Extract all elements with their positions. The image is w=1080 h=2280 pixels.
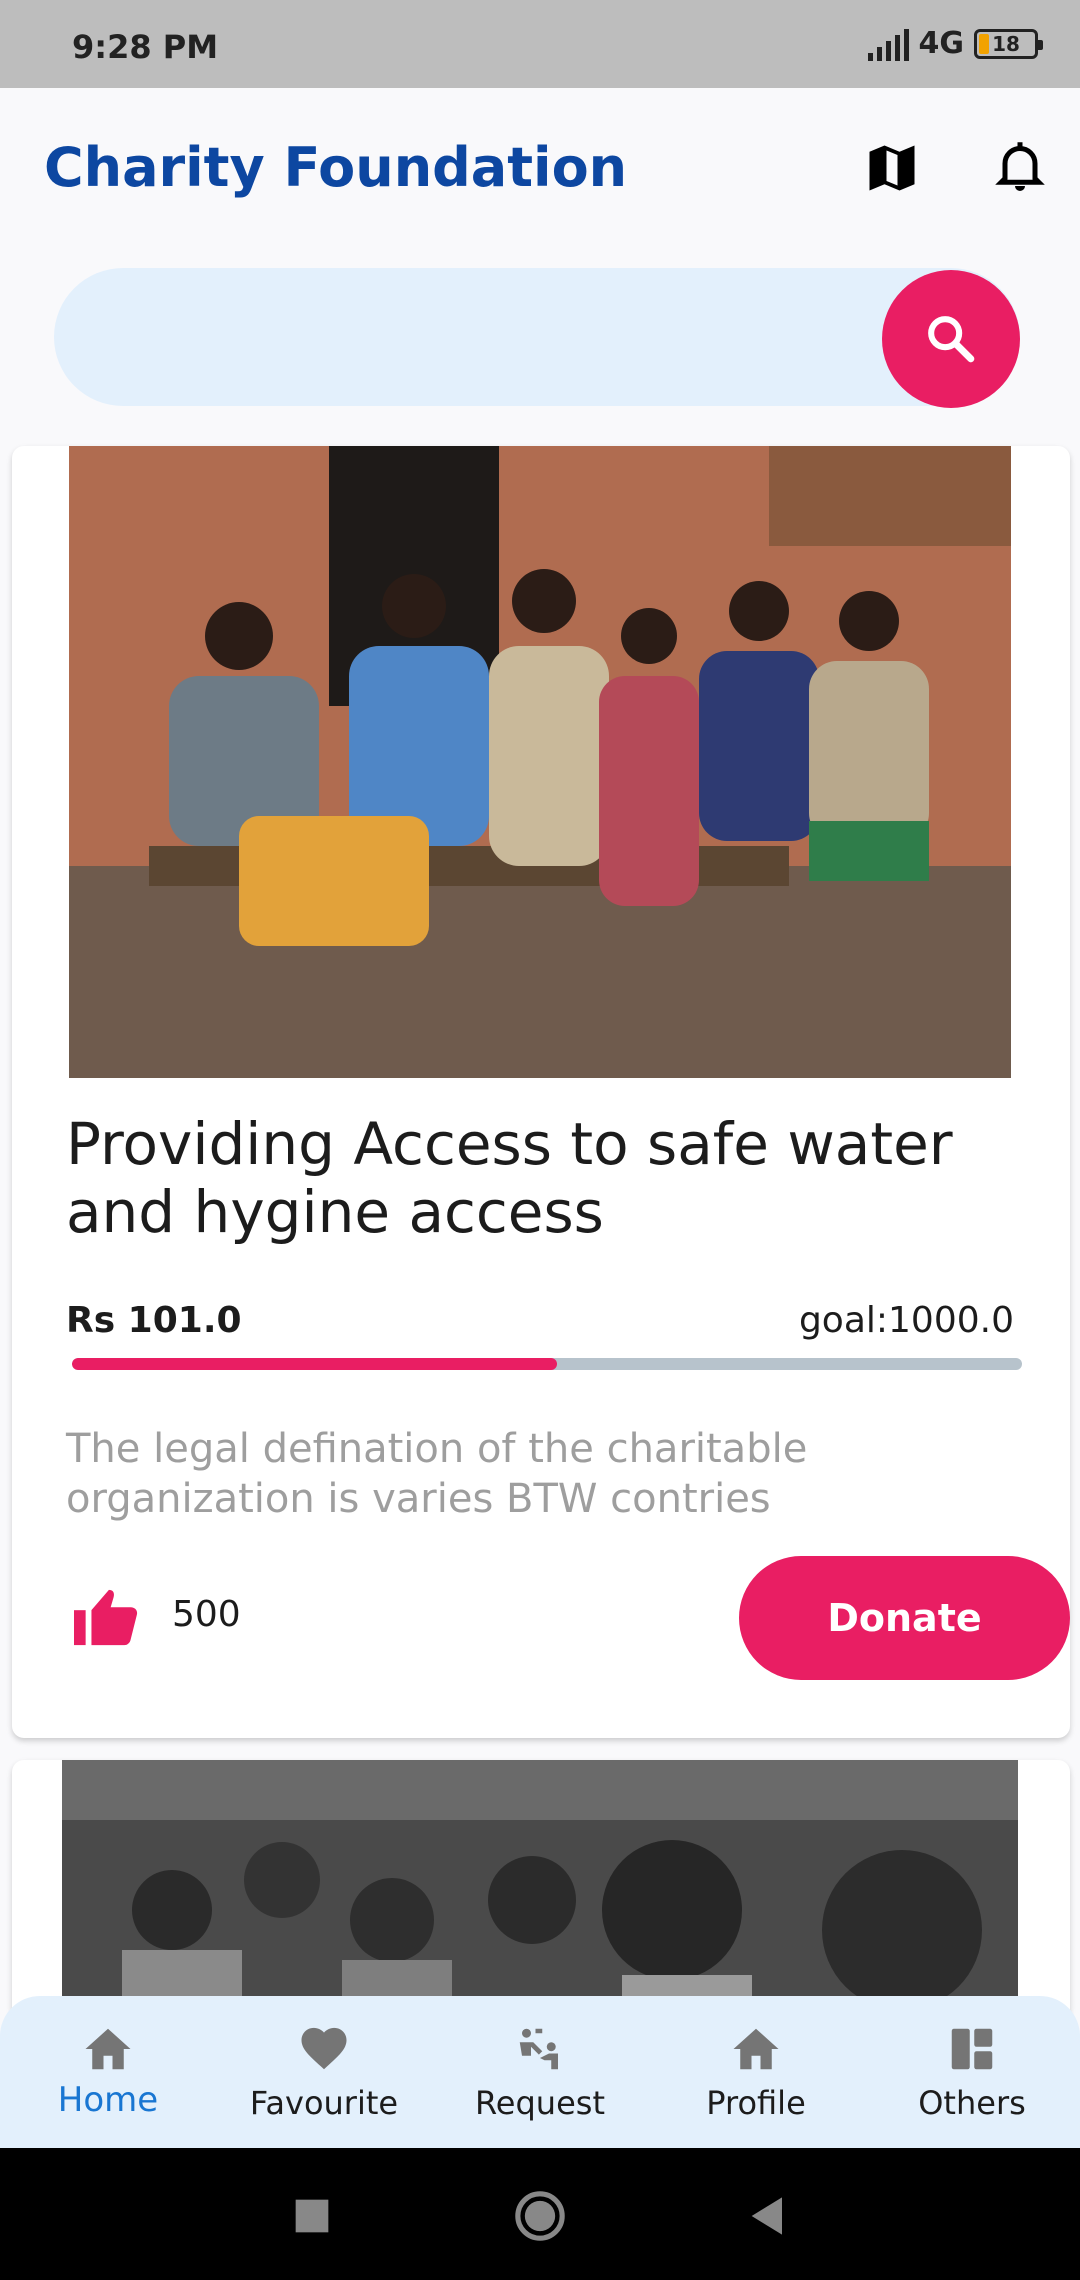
signal-icon [867,27,909,61]
nav-label-profile: Profile [706,2084,806,2122]
donation-progress-fill [72,1358,557,1370]
battery-percent: 18 [992,31,1020,56]
goal-amount: goal:1000.0 [798,1300,1014,1341]
nav-label-request: Request [475,2084,605,2122]
nav-label-home: Home [57,2080,159,2120]
raised-amount: Rs 101.0 [66,1300,242,1341]
campaign-photo [69,446,1011,1078]
map-icon[interactable] [862,138,922,198]
like-count: 500 [172,1594,241,1635]
campaign-title: Providing Access to safe water and hygin… [66,1110,953,1246]
status-bar: 9:28 PM 4G 18 [0,0,1080,88]
nav-item-request[interactable]: Request [432,1996,648,2148]
nav-label-others: Others [918,2084,1026,2122]
home-icon [733,2028,779,2070]
home-icon [85,2028,131,2070]
donate-button[interactable]: Donate [739,1556,1070,1680]
system-navigation-bar [0,2148,1080,2280]
battery-icon: 18 [974,28,1043,59]
campaign-photo [62,1760,1018,2020]
dashboard-icon [951,2028,993,2070]
back-icon[interactable] [740,2188,796,2244]
nav-item-home[interactable]: Home [0,1996,216,2148]
campaign-card[interactable]: Providing Access to safe water and hygin… [12,446,1070,1738]
status-time: 9:28 PM [72,28,219,66]
search-button[interactable] [882,270,1020,408]
donation-progress [72,1358,1022,1370]
search-input[interactable] [94,268,874,406]
campaign-description: The legal defination of the charitable o… [66,1426,808,1522]
app-bar: Charity Foundation [0,88,1080,248]
app-title: Charity Foundation [44,136,628,199]
campaign-card[interactable] [12,1760,1070,2020]
bottom-navigation: Home Favourite Request Profile Others [0,1996,1080,2148]
nav-label-favourite: Favourite [249,2084,399,2122]
nav-item-favourite[interactable]: Favourite [216,1996,432,2148]
battery-level [979,33,989,54]
bell-icon[interactable] [990,134,1050,198]
home-button-icon[interactable] [512,2188,568,2244]
nav-item-others[interactable]: Others [864,1996,1080,2148]
recents-icon[interactable] [284,2188,340,2244]
status-icons: 4G 18 [867,26,1043,61]
heart-icon [301,2027,347,2070]
network-type: 4G [918,26,965,61]
search-icon [928,316,975,363]
nav-item-profile[interactable]: Profile [648,1996,864,2148]
thumbs-up-icon[interactable] [70,1584,142,1648]
request-icon [519,2028,558,2070]
screen: 9:28 PM 4G 18 Charity Foundation Providi… [0,0,1080,2280]
search-bar [54,268,1020,406]
